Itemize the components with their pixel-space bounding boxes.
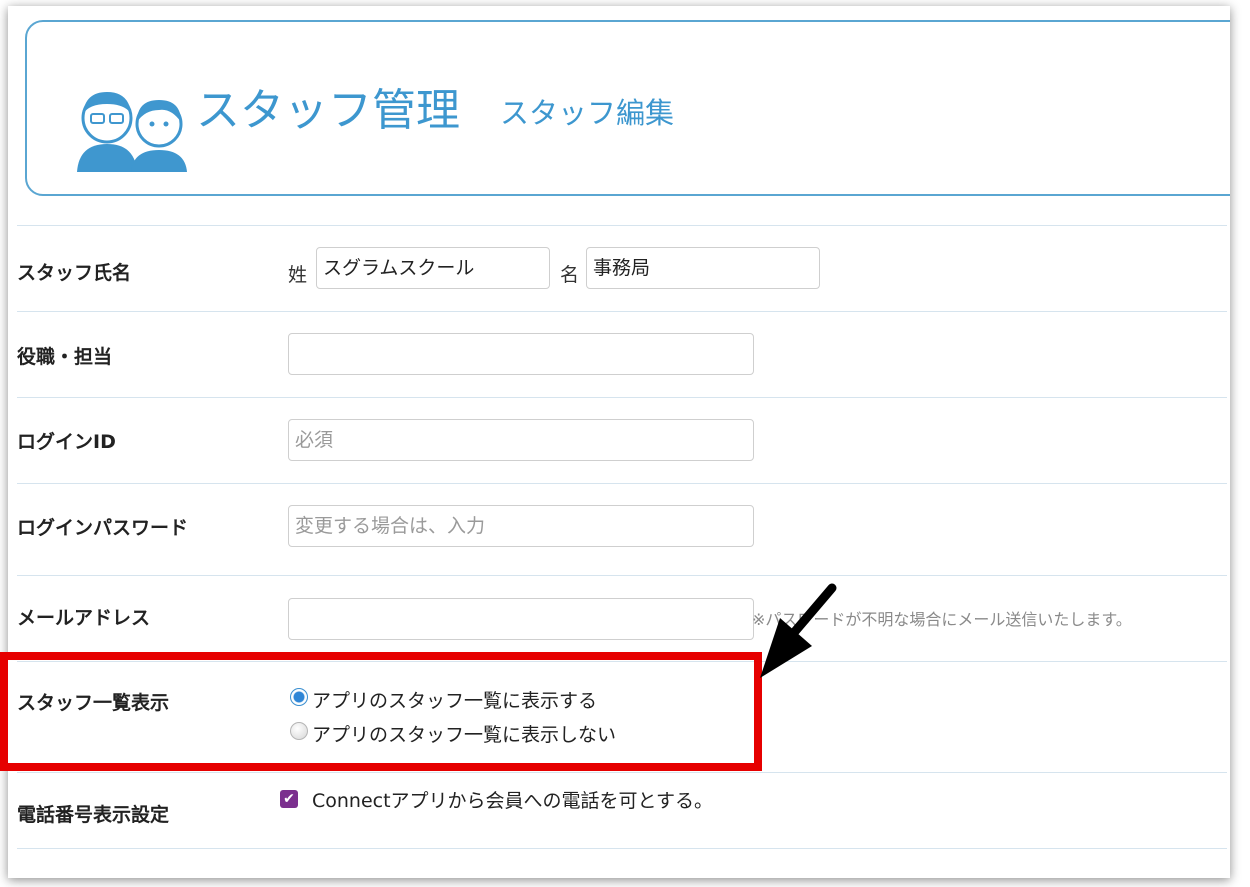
page-subtitle: スタッフ編集 — [500, 96, 675, 130]
last-name-prefix: 姓 — [288, 264, 308, 286]
email-input[interactable] — [288, 598, 754, 640]
first-name-input[interactable]: 事務局 — [586, 247, 820, 289]
annotation-arrow-icon — [760, 583, 837, 678]
staff-name-label: スタッフ氏名 — [17, 262, 132, 284]
divider — [17, 225, 1227, 226]
divider — [17, 575, 1227, 576]
role-input[interactable] — [288, 333, 754, 375]
email-label: メールアドレス — [17, 607, 151, 629]
divider — [17, 311, 1227, 312]
role-label: 役職・担当 — [17, 346, 113, 368]
allow-phone-label[interactable]: Connectアプリから会員への電話を可とする。 — [312, 786, 713, 813]
login-id-input[interactable]: 必須 — [288, 419, 754, 461]
staff-avatar-icon — [77, 92, 187, 172]
divider — [17, 483, 1227, 484]
login-password-label: ログインパスワード — [17, 517, 189, 539]
divider — [17, 848, 1227, 849]
allow-phone-checkbox[interactable]: ✔ — [280, 790, 298, 808]
login-password-input[interactable]: 変更する場合は、入力 — [288, 505, 754, 547]
divider — [17, 772, 1227, 773]
page-title: スタッフ管理 — [196, 85, 460, 136]
highlight-box — [0, 652, 762, 771]
last-name-input[interactable]: スグラムスクール — [316, 247, 550, 289]
phone-display-label: 電話番号表示設定 — [17, 804, 170, 826]
divider — [17, 397, 1227, 398]
first-name-prefix: 名 — [560, 264, 580, 286]
check-icon: ✔ — [283, 791, 295, 807]
login-id-label: ログインID — [17, 431, 116, 453]
